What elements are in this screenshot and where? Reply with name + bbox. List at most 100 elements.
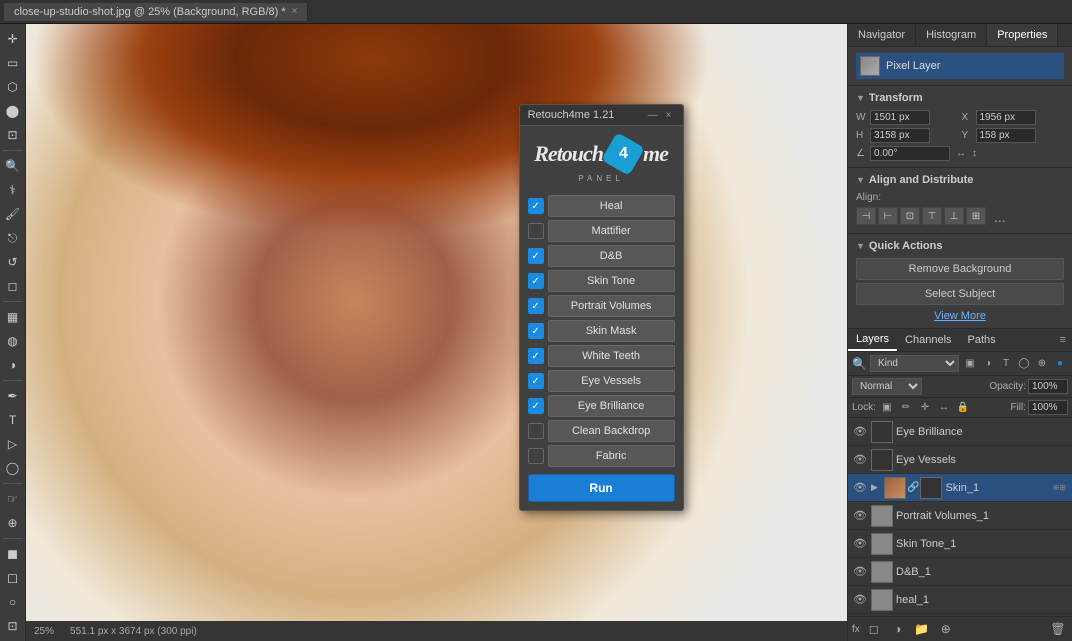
tab-layers[interactable]: Layers [848, 329, 897, 351]
eye-vessels-checkbox[interactable] [528, 373, 544, 389]
tab-channels[interactable]: Channels [897, 330, 959, 350]
lock-move-icon[interactable]: ↔ [936, 401, 952, 415]
portrait-volumes-button[interactable]: Portrait Volumes [548, 295, 675, 317]
height-input[interactable] [870, 128, 930, 143]
lock-transparency-icon[interactable]: ▣ [879, 401, 895, 415]
layer-row-dab[interactable]: 👁 D&B_1 [848, 558, 1072, 586]
foreground-color[interactable]: ■ [2, 543, 24, 565]
angle-input[interactable] [870, 146, 950, 161]
lock-all-icon[interactable]: 🔒 [955, 401, 971, 415]
mattifier-checkbox[interactable] [528, 223, 544, 239]
lock-artboard-icon[interactable]: ✛ [917, 401, 933, 415]
layers-collapse-btn[interactable]: ≡ [1054, 330, 1072, 350]
add-group-btn[interactable]: 📁 [912, 620, 932, 638]
align-header[interactable]: ▼ Align and Distribute [856, 174, 1064, 186]
white-teeth-checkbox[interactable] [528, 348, 544, 364]
healing-tool-btn[interactable]: ⚕ [2, 179, 24, 201]
brush-tool-btn[interactable]: 🖌 [2, 203, 24, 225]
layer-row-heal1[interactable]: 👁 heal_1 [848, 586, 1072, 614]
add-mask-btn[interactable]: ◻ [864, 620, 884, 638]
layer-row-eye-brilliance[interactable]: 👁 Eye Brilliance [848, 418, 1072, 446]
tab-navigator[interactable]: Navigator [848, 24, 916, 46]
opacity-input[interactable] [1028, 379, 1068, 394]
layer-row-eye-vessels[interactable]: 👁 Eye Vessels [848, 446, 1072, 474]
eye-icon-skin1[interactable]: 👁 [852, 480, 868, 496]
screen-mode-btn[interactable]: ⊡ [2, 615, 24, 637]
lasso-tool-btn[interactable]: ⬡ [2, 76, 24, 98]
align-right-btn[interactable]: ⊡ [900, 207, 920, 225]
tab-close-btn[interactable]: × [292, 6, 298, 17]
view-more-link[interactable]: View More [856, 310, 1064, 322]
eye-icon-portrait-volumes[interactable]: 👁 [852, 508, 868, 524]
dodge-tool-btn[interactable]: ◑ [2, 354, 24, 376]
layer-row-portrait-volumes[interactable]: 👁 Portrait Volumes_1 [848, 502, 1072, 530]
dab-checkbox[interactable] [528, 248, 544, 264]
panel-close-btn[interactable]: × [663, 109, 675, 121]
eye-vessels-button[interactable]: Eye Vessels [548, 370, 675, 392]
fx-btn[interactable]: fx [852, 624, 860, 635]
y-input[interactable] [976, 128, 1036, 143]
clean-backdrop-checkbox[interactable] [528, 423, 544, 439]
fill-input[interactable] [1028, 400, 1068, 415]
eye-icon-heal1[interactable]: 👁 [852, 592, 868, 608]
layer-filter-dropdown[interactable]: Kind Name Effect Mode Attribute Color [870, 355, 959, 372]
tab-properties[interactable]: Properties [987, 24, 1058, 46]
eraser-tool-btn[interactable]: ◻ [2, 275, 24, 297]
skin-tone-button[interactable]: Skin Tone [548, 270, 675, 292]
type-filter-icon[interactable]: T [998, 356, 1014, 372]
layer-row-skin-tone[interactable]: 👁 Skin Tone_1 [848, 530, 1072, 558]
skin-tone-checkbox[interactable] [528, 273, 544, 289]
shape-filter-icon[interactable]: ◯ [1016, 356, 1032, 372]
marquee-tool-btn[interactable]: ▭ [2, 52, 24, 74]
heal-checkbox[interactable] [528, 198, 544, 214]
dab-button[interactable]: D&B [548, 245, 675, 267]
hand-tool-btn[interactable]: ☞ [2, 488, 24, 510]
eye-icon-eye-brilliance[interactable]: 👁 [852, 424, 868, 440]
flip-vertical-btn[interactable]: ↕ [972, 148, 977, 159]
skin-mask-button[interactable]: Skin Mask [548, 320, 675, 342]
align-middle-v-btn[interactable]: ⊥ [944, 207, 964, 225]
flip-horizontal-btn[interactable]: ↔ [956, 148, 966, 159]
zoom-tool-btn[interactable]: ⊕ [2, 512, 24, 534]
smart-filter-icon[interactable]: ⊕ [1034, 356, 1050, 372]
background-color[interactable]: □ [2, 567, 24, 589]
filter-active-icon[interactable]: ● [1052, 356, 1068, 372]
run-button[interactable]: Run [528, 474, 675, 502]
align-bottom-btn[interactable]: ⊞ [966, 207, 986, 225]
clean-backdrop-button[interactable]: Clean Backdrop [548, 420, 675, 442]
tab-histogram[interactable]: Histogram [916, 24, 987, 46]
panel-minimize-btn[interactable]: — [647, 109, 659, 121]
portrait-volumes-checkbox[interactable] [528, 298, 544, 314]
width-input[interactable] [870, 110, 930, 125]
path-select-btn[interactable]: ▷ [2, 433, 24, 455]
add-adjustment-btn[interactable]: ◑ [888, 620, 908, 638]
eye-brilliance-button[interactable]: Eye Brilliance [548, 395, 675, 417]
type-tool-btn[interactable]: T [2, 409, 24, 431]
crop-tool-btn[interactable]: ⊡ [2, 124, 24, 146]
align-center-h-btn[interactable]: ⊢ [878, 207, 898, 225]
eye-brilliance-checkbox[interactable] [528, 398, 544, 414]
white-teeth-button[interactable]: White Teeth [548, 345, 675, 367]
eye-icon-dab[interactable]: 👁 [852, 564, 868, 580]
x-input[interactable] [976, 110, 1036, 125]
heal-button[interactable]: Heal [548, 195, 675, 217]
eyedropper-tool-btn[interactable]: 🔍 [2, 155, 24, 177]
history-brush-btn[interactable]: ↺ [2, 251, 24, 273]
clone-tool-btn[interactable]: ⎋ [2, 227, 24, 249]
pen-tool-btn[interactable]: ✒ [2, 385, 24, 407]
delete-layer-btn[interactable]: 🗑 [1048, 620, 1068, 638]
fabric-checkbox[interactable] [528, 448, 544, 464]
document-tab[interactable]: close-up-studio-shot.jpg @ 25% (Backgrou… [4, 3, 308, 21]
fabric-button[interactable]: Fabric [548, 445, 675, 467]
shape-tool-btn[interactable]: ◯ [2, 457, 24, 479]
gradient-tool-btn[interactable]: ▦ [2, 306, 24, 328]
select-subject-btn[interactable]: Select Subject [856, 283, 1064, 305]
skin-mask-checkbox[interactable] [528, 323, 544, 339]
layer-row-skin1[interactable]: 👁 ▶ 🔗 Skin_1 ⊕⊞ [848, 474, 1072, 502]
quick-actions-header[interactable]: ▼ Quick Actions [856, 240, 1064, 252]
quick-select-tool-btn[interactable]: ⬤ [2, 100, 24, 122]
remove-background-btn[interactable]: Remove Background [856, 258, 1064, 280]
tab-paths[interactable]: Paths [960, 330, 1004, 350]
adj-filter-icon[interactable]: ◑ [980, 356, 996, 372]
eye-icon-eye-vessels[interactable]: 👁 [852, 452, 868, 468]
